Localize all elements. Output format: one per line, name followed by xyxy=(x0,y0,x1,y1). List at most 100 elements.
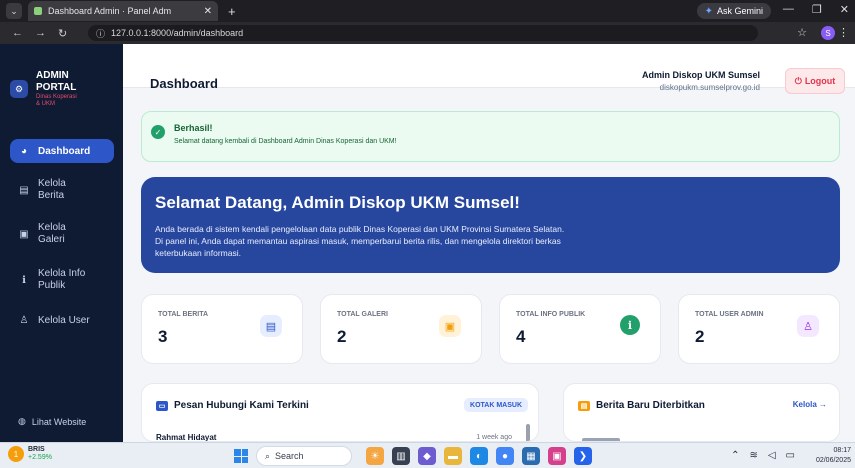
message-sender[interactable]: Rahmat Hidayat xyxy=(156,433,216,441)
news-panel: ▤ Berita Baru Diterbitkan Kelola → xyxy=(563,383,840,442)
volume-icon[interactable]: ◁ xyxy=(768,450,776,461)
sidebar-item-label: Kelola xyxy=(38,178,66,189)
app-icon[interactable]: ◆ xyxy=(418,447,436,465)
app-icon-pink[interactable]: ▣ xyxy=(548,447,566,465)
new-tab-button[interactable]: + xyxy=(228,4,236,19)
back-icon[interactable]: ← xyxy=(12,27,23,39)
welcome-text-line2: Di panel ini, Anda dapat memantau aspira… xyxy=(155,236,561,246)
newspaper-icon: ▤ xyxy=(578,400,590,411)
stat-label: TOTAL INFO PUBLIK xyxy=(516,311,586,318)
stock-widget[interactable]: 1 BRIS +2.59% xyxy=(8,446,52,462)
inbox-badge[interactable]: KOTAK MASUK xyxy=(464,398,528,412)
reload-icon[interactable]: ↻ xyxy=(58,27,67,40)
sidebar: ⚙ ADMIN PORTAL Dinas Koperasi & UKM ◕ Da… xyxy=(0,44,123,442)
system-clock[interactable]: 08:17 02/06/2025 xyxy=(816,446,851,466)
messages-title-text: Pesan Hubungi Kami Terkini xyxy=(174,400,309,411)
welcome-title: Selamat Datang, Admin Diskop UKM Sumsel! xyxy=(155,193,520,212)
success-alert: ✓ Berhasil! Selamat datang kembali di Da… xyxy=(141,111,840,162)
chrome-browser-icon[interactable]: ● xyxy=(496,447,514,465)
alert-message: Selamat datang kembali di Dashboard Admi… xyxy=(174,138,397,145)
globe-icon: ◍ xyxy=(18,416,26,426)
brand-title-line2: PORTAL xyxy=(36,82,77,93)
check-circle-icon: ✓ xyxy=(151,125,165,139)
os-taskbar: 1 BRIS +2.59% ⌕ Search ☀ ▥ ◆ ▬ ◐ ● ▦ ▣ ❯… xyxy=(0,442,855,468)
taskbar-apps: ☀ ▥ ◆ ▬ ◐ ● ▦ ▣ ❯ xyxy=(366,447,592,465)
user-icon: ♙ xyxy=(19,315,29,326)
browser-tab[interactable]: Dashboard Admin · Panel Adm ✕ xyxy=(28,1,218,21)
image-icon: ▣ xyxy=(439,315,461,337)
brand: ⚙ ADMIN PORTAL Dinas Koperasi & UKM xyxy=(10,70,77,108)
logout-button[interactable]: ⏻ Logout xyxy=(785,68,845,94)
vscode-icon[interactable]: ❯ xyxy=(574,447,592,465)
ask-gemini-label: Ask Gemini xyxy=(716,6,763,16)
stat-label: TOTAL USER ADMIN xyxy=(695,311,764,318)
widgets-app-icon[interactable]: ☀ xyxy=(366,447,384,465)
profile-avatar[interactable]: S xyxy=(821,26,835,40)
view-website-link[interactable]: ◍ Lihat Website xyxy=(18,416,86,427)
store-app-icon[interactable]: ▦ xyxy=(522,447,540,465)
power-icon: ⏻ xyxy=(794,75,802,86)
welcome-text-line1: Anda berada di sistem kendali pengelolaa… xyxy=(155,224,565,234)
stock-ticker: BRIS xyxy=(28,446,45,453)
sidebar-item-kelola-info-publik[interactable]: ℹ Kelola Info Publik xyxy=(10,268,114,292)
welcome-text: Anda berada di sistem kendali pengelolaa… xyxy=(155,223,725,259)
view-website-label: Lihat Website xyxy=(31,416,87,427)
clock-date: 02/06/2025 xyxy=(815,457,851,464)
chat-icon: ▭ xyxy=(156,400,168,411)
sidebar-item-label: Kelola User xyxy=(38,315,90,326)
bookmark-star-icon[interactable]: ☆ xyxy=(797,26,807,39)
news-panel-title: ▤ Berita Baru Diterbitkan xyxy=(578,400,705,411)
favicon-icon xyxy=(34,7,42,15)
newspaper-icon: ▤ xyxy=(19,184,29,196)
taskbar-search[interactable]: ⌕ Search xyxy=(256,446,352,466)
browser-menu-icon[interactable]: ⋮ xyxy=(838,26,849,39)
scrollbar[interactable] xyxy=(526,424,530,441)
chevron-up-icon[interactable]: ⌃ xyxy=(731,450,739,461)
windows-start-icon[interactable] xyxy=(234,449,248,463)
file-explorer-icon[interactable]: ▬ xyxy=(444,447,462,465)
stock-change: +2.59% xyxy=(28,454,52,461)
forward-icon[interactable]: → xyxy=(35,27,46,39)
task-view-icon[interactable]: ▥ xyxy=(392,447,410,465)
admin-name: Admin Diskop UKM Sumsel xyxy=(641,70,760,80)
sidebar-item-label: Kelola xyxy=(38,222,66,233)
close-tab-icon[interactable]: ✕ xyxy=(204,6,212,17)
address-bar-row: ← → ↻ ⓘ 127.0.0.1:8000/admin/dashboard ☆… xyxy=(0,22,855,44)
welcome-text-line3: keterbukaan informasi. xyxy=(155,248,241,258)
sidebar-item-label-line2: Publik xyxy=(38,280,66,291)
edge-browser-icon[interactable]: ◐ xyxy=(470,447,488,465)
window-controls: — ❐ ✕ xyxy=(783,3,849,16)
info-icon: ℹ xyxy=(620,315,640,335)
close-window-icon[interactable]: ✕ xyxy=(840,3,849,16)
sidebar-item-label-line2: Galeri xyxy=(38,234,65,245)
tab-search-button[interactable]: ⌄ xyxy=(6,3,22,19)
battery-icon[interactable]: ▭ xyxy=(786,450,795,461)
messages-panel-title: ▭ Pesan Hubungi Kami Terkini xyxy=(156,400,309,411)
brand-title-line1: ADMIN xyxy=(36,70,69,81)
url-text: 127.0.0.1:8000/admin/dashboard xyxy=(111,28,244,38)
site-info-icon[interactable]: ⓘ xyxy=(96,27,105,40)
system-tray: ⌃ ≋ ◁ ▭ xyxy=(731,450,795,461)
user-icon: ♙ xyxy=(797,315,819,337)
stat-value: 3 xyxy=(158,327,168,346)
brand-subtitle-line1: Dinas Koperasi xyxy=(36,94,77,100)
newspaper-icon: ▤ xyxy=(260,315,282,337)
url-field[interactable]: ⓘ 127.0.0.1:8000/admin/dashboard xyxy=(88,25,758,41)
search-icon: ⌕ xyxy=(265,450,271,461)
stat-card-berita: TOTAL BERITA 3 ▤ xyxy=(141,294,303,364)
sidebar-item-kelola-galeri[interactable]: ▣ Kelola Galeri xyxy=(10,222,114,246)
logout-label: Logout xyxy=(804,76,836,86)
info-icon: ℹ xyxy=(22,274,26,286)
ask-gemini-button[interactable]: ✦ Ask Gemini xyxy=(696,3,771,19)
sidebar-item-kelola-user[interactable]: ♙ Kelola User xyxy=(10,315,114,326)
sidebar-item-kelola-berita[interactable]: ▤ Kelola Berita xyxy=(10,178,114,202)
page-title: Dashboard xyxy=(150,76,218,91)
wifi-icon[interactable]: ≋ xyxy=(749,450,757,461)
stat-card-galeri: TOTAL GALERI 2 ▣ xyxy=(320,294,482,364)
sidebar-item-dashboard[interactable]: ◕ Dashboard xyxy=(10,139,114,163)
manage-news-link[interactable]: Kelola → xyxy=(793,400,827,409)
maximize-icon[interactable]: ❐ xyxy=(812,3,822,16)
brand-logo-icon: ⚙ xyxy=(10,80,28,98)
stat-card-user-admin: TOTAL USER ADMIN 2 ♙ xyxy=(678,294,840,364)
minimize-icon[interactable]: — xyxy=(783,3,794,16)
